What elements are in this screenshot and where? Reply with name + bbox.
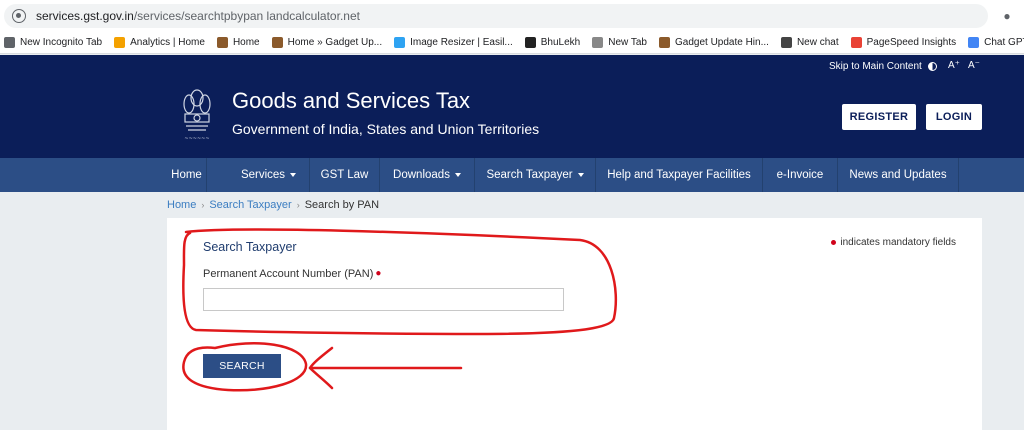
bookmark-label: New chat (796, 37, 839, 48)
nav-item-label: Services (240, 169, 286, 181)
nav-item-help-and-taxpayer-facilities[interactable]: Help and Taxpayer Facilities (596, 158, 763, 192)
bookmark-label: PageSpeed Insights (866, 37, 957, 48)
pan-label: Permanent Account Number (PAN) ● (203, 268, 381, 280)
breadcrumb-search-taxpayer[interactable]: Search Taxpayer (209, 199, 291, 211)
bookmark-favicon-icon (114, 37, 126, 48)
address-url: services.gst.gov.in/services/searchtpbyp… (36, 9, 360, 23)
site-info-icon[interactable] (12, 9, 26, 23)
site-title: Goods and Services Tax (232, 88, 471, 113)
bookmark-item[interactable]: New Tab (592, 37, 647, 48)
caret-down-icon (577, 173, 584, 177)
browser-address-bar: services.gst.gov.in/services/searchtpbyp… (0, 0, 1024, 32)
bookmark-favicon-icon (216, 37, 228, 48)
search-panel: Search Taxpayer indicates mandatory fiel… (167, 218, 982, 430)
caret-down-icon (290, 173, 297, 177)
nav-item-downloads[interactable]: Downloads (380, 158, 475, 192)
nav-item-gst-law[interactable]: GST Law (310, 158, 380, 192)
search-button[interactable]: SEARCH (203, 354, 281, 378)
breadcrumb: Home › Search Taxpayer › Search by PAN (167, 199, 379, 211)
bookmark-label: Image Resizer | Easil... (410, 37, 513, 48)
required-dot-icon (831, 240, 837, 245)
caret-down-icon (454, 173, 461, 177)
breadcrumb-home[interactable]: Home (167, 199, 196, 211)
bookmark-favicon-icon (271, 37, 283, 48)
bookmark-label: Gadget Update Hin... (674, 37, 769, 48)
bookmark-favicon-icon (658, 37, 670, 48)
bookmark-item[interactable]: Gadget Update Hin... (658, 37, 769, 48)
nav-item-label: News and Updates (849, 169, 947, 181)
bookmark-label: New Incognito Tab (20, 37, 103, 48)
breadcrumb-separator-icon: › (296, 200, 300, 210)
site-header: ~~~~~~ Goods and Services Tax Government… (0, 78, 1024, 158)
main-nav: Home Services GST Law Downloads Search Taxpa… (0, 158, 1024, 192)
font-increase-button[interactable]: A⁺ (948, 60, 960, 71)
bookmarks-bar: New Incognito Tab Analytics | Home Home Hom… (0, 32, 1024, 54)
bookmark-favicon-icon (524, 37, 536, 48)
bookmark-label: New Tab (608, 37, 647, 48)
bookmark-favicon-icon (394, 37, 406, 48)
nav-item-label: e-Invoice (776, 169, 824, 181)
pan-input[interactable] (203, 288, 564, 311)
pan-label-text: Permanent Account Number (PAN) (203, 268, 374, 280)
bookmark-item[interactable]: Analytics | Home (114, 37, 205, 48)
nav-item-label: Help and Taxpayer Facilities (607, 169, 751, 181)
contrast-icon[interactable] (928, 62, 937, 71)
bookmark-label: Chat GPT 1 - Googl... (984, 37, 1024, 48)
nav-item-services[interactable]: Services (228, 158, 310, 192)
utility-strip: Skip to Main Content A⁺ A⁻ (0, 55, 1024, 78)
breadcrumb-current: Search by PAN (304, 199, 380, 211)
required-marker-icon: ● (375, 268, 382, 279)
mandatory-note-text: indicates mandatory fields (840, 237, 956, 248)
font-decrease-button[interactable]: A⁻ (968, 60, 980, 71)
extension-icon[interactable]: ● (1000, 9, 1014, 23)
nav-item-label: Search Taxpayer (486, 169, 573, 181)
address-input[interactable]: services.gst.gov.in/services/searchtpbyp… (4, 4, 988, 28)
bookmark-item[interactable]: PageSpeed Insights (850, 37, 957, 48)
bookmark-item[interactable]: Image Resizer | Easil... (394, 37, 513, 48)
bookmark-favicon-icon (850, 37, 862, 48)
bookmark-favicon-icon (780, 37, 792, 48)
svg-text:~~~~~~: ~~~~~~ (184, 136, 209, 142)
nav-item-label: Home (171, 169, 202, 181)
mandatory-note: indicates mandatory fields (831, 237, 956, 248)
bookmark-label: Analytics | Home (130, 37, 205, 48)
nav-item-e-invoice[interactable]: e-Invoice (763, 158, 838, 192)
national-emblem-icon: ~~~~~~ (183, 89, 211, 142)
nav-item-search-taxpayer[interactable]: Search Taxpayer (475, 158, 596, 192)
skip-to-main-link[interactable]: Skip to Main Content (829, 61, 922, 72)
nav-item-label: Downloads (393, 169, 450, 181)
nav-item-home[interactable]: Home (167, 158, 207, 192)
breadcrumb-separator-icon: › (201, 200, 205, 210)
register-button[interactable]: REGISTER (842, 104, 916, 130)
bookmark-item[interactable]: Chat GPT 1 - Googl... (968, 37, 1024, 48)
bookmark-favicon-icon (592, 37, 604, 48)
nav-item-label: GST Law (320, 169, 369, 181)
bookmark-item[interactable]: Home » Gadget Up... (271, 37, 383, 48)
bookmark-favicon-icon (4, 37, 15, 48)
bookmark-item[interactable]: New chat (780, 37, 839, 48)
login-button[interactable]: LOGIN (926, 104, 982, 130)
site-subtitle: Government of India, States and Union Te… (232, 121, 540, 137)
bookmark-label: Home » Gadget Up... (287, 37, 383, 48)
form-title: Search Taxpayer (203, 240, 297, 254)
bookmark-label: BhuLekh (540, 37, 581, 48)
nav-item-news-and-updates[interactable]: News and Updates (838, 158, 959, 192)
bookmark-label: Home (232, 37, 260, 48)
bookmark-favicon-icon (968, 37, 980, 48)
bookmark-item[interactable]: BhuLekh (524, 37, 581, 48)
bookmark-item[interactable]: Home (216, 37, 260, 48)
bookmark-item[interactable]: New Incognito Tab (4, 37, 102, 48)
